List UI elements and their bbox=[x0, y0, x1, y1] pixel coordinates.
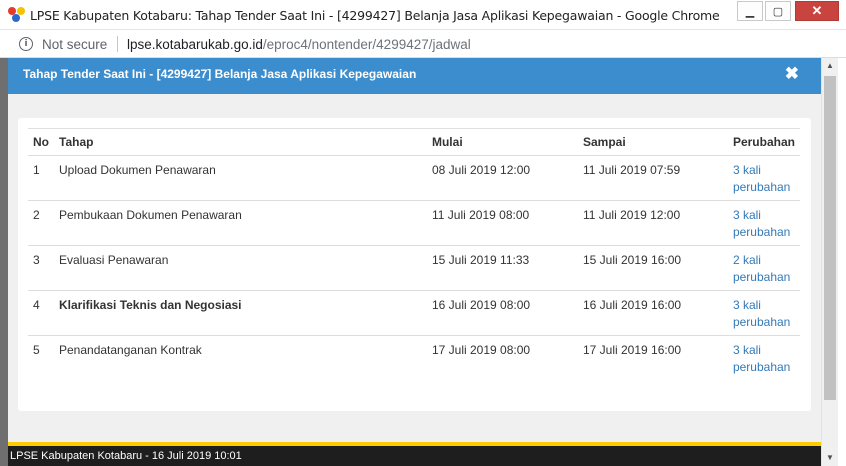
modal-close-icon[interactable]: ✖ bbox=[785, 64, 799, 84]
table-row: 1 Upload Dokumen Penawaran 08 Juli 2019 … bbox=[28, 155, 800, 201]
perubahan-link-line1: 2 kali bbox=[732, 253, 761, 267]
header-sampai: Sampai bbox=[577, 128, 728, 156]
close-icon[interactable]: ✕ bbox=[795, 1, 839, 21]
address-divider bbox=[117, 36, 118, 52]
perubahan-link[interactable]: 3 kali perubahan bbox=[733, 298, 790, 329]
cell-tahap-current: Klarifikasi Teknis dan Negosiasi bbox=[54, 290, 427, 336]
cell-tahap: Penandatanganan Kontrak bbox=[54, 335, 427, 380]
maximize-icon[interactable]: ▢ bbox=[765, 1, 791, 21]
scroll-up-arrow-icon[interactable]: ▲ bbox=[822, 58, 838, 74]
schedule-table: No Tahap Mulai Sampai Perubahan 1 Upload… bbox=[28, 128, 800, 380]
cell-mulai: 16 Juli 2019 08:00 bbox=[426, 290, 578, 336]
perubahan-link-line1: 3 kali bbox=[732, 208, 761, 222]
cell-tahap: Evaluasi Penawaran bbox=[54, 245, 427, 291]
cell-sampai: 15 Juli 2019 16:00 bbox=[577, 245, 728, 291]
modal-body: No Tahap Mulai Sampai Perubahan 1 Upload… bbox=[8, 94, 821, 442]
cell-mulai: 17 Juli 2019 08:00 bbox=[426, 335, 578, 380]
cell-tahap: Upload Dokumen Penawaran bbox=[54, 155, 427, 201]
url-field[interactable]: lpse.kotabarukab.go.id/eproc4/nontender/… bbox=[127, 37, 471, 52]
cell-sampai: 11 Juli 2019 07:59 bbox=[577, 155, 728, 201]
cell-sampai: 16 Juli 2019 16:00 bbox=[577, 290, 728, 336]
header-mulai: Mulai bbox=[426, 128, 578, 156]
window-titlebar: LPSE Kabupaten Kotabaru: Tahap Tender Sa… bbox=[0, 0, 846, 30]
table-header-row: No Tahap Mulai Sampai Perubahan bbox=[28, 128, 800, 156]
perubahan-link-line1: 3 kali bbox=[732, 343, 761, 357]
vertical-scrollbar[interactable]: ▲ ▼ bbox=[821, 58, 838, 466]
cell-sampai: 17 Juli 2019 16:00 bbox=[577, 335, 728, 380]
perubahan-link-line2: perubahan bbox=[732, 225, 791, 239]
cell-no: 5 bbox=[28, 335, 54, 380]
table-row: 5 Penandatanganan Kontrak 17 Juli 2019 0… bbox=[28, 335, 800, 380]
perubahan-link[interactable]: 3 kali perubahan bbox=[733, 343, 790, 374]
footer-text: LPSE Kabupaten Kotabaru - 16 Juli 2019 1… bbox=[10, 450, 242, 462]
chrome-app-icon bbox=[8, 7, 26, 23]
table-row-current: 4 Klarifikasi Teknis dan Negosiasi 16 Ju… bbox=[28, 290, 800, 336]
info-icon[interactable]: i bbox=[19, 37, 33, 51]
cell-mulai: 15 Juli 2019 11:33 bbox=[426, 245, 578, 291]
table-row: 2 Pembukaan Dokumen Penawaran 11 Juli 20… bbox=[28, 200, 800, 246]
perubahan-link-line2: perubahan bbox=[732, 270, 791, 284]
page-footer: LPSE Kabupaten Kotabaru - 16 Juli 2019 1… bbox=[8, 446, 821, 466]
cell-perubahan: 2 kali perubahan bbox=[727, 245, 800, 291]
cell-mulai: 08 Juli 2019 12:00 bbox=[426, 155, 578, 201]
perubahan-link-line2: perubahan bbox=[732, 180, 791, 194]
header-no: No bbox=[28, 128, 54, 156]
modal-title: Tahap Tender Saat Ini - [4299427] Belanj… bbox=[23, 67, 417, 81]
minimize-icon[interactable]: ▁ bbox=[737, 1, 763, 21]
cell-no: 4 bbox=[28, 290, 54, 336]
cell-no: 1 bbox=[28, 155, 54, 201]
scrollbar-thumb[interactable] bbox=[824, 76, 836, 400]
cell-tahap: Pembukaan Dokumen Penawaran bbox=[54, 200, 427, 246]
perubahan-link[interactable]: 2 kali perubahan bbox=[733, 253, 790, 284]
cell-mulai: 11 Juli 2019 08:00 bbox=[426, 200, 578, 246]
address-bar[interactable]: i Not secure lpse.kotabarukab.go.id/epro… bbox=[0, 30, 846, 58]
header-perubahan: Perubahan bbox=[727, 128, 800, 156]
cell-perubahan: 3 kali perubahan bbox=[727, 200, 800, 246]
perubahan-link-line2: perubahan bbox=[732, 315, 791, 329]
table-row: 3 Evaluasi Penawaran 15 Juli 2019 11:33 … bbox=[28, 245, 800, 291]
window-title: LPSE Kabupaten Kotabaru: Tahap Tender Sa… bbox=[30, 8, 720, 23]
cell-perubahan: 3 kali perubahan bbox=[727, 335, 800, 380]
cell-sampai: 11 Juli 2019 12:00 bbox=[577, 200, 728, 246]
security-label[interactable]: Not secure bbox=[42, 37, 107, 52]
header-tahap: Tahap bbox=[54, 128, 427, 156]
cell-perubahan: 3 kali perubahan bbox=[727, 155, 800, 201]
cell-perubahan: 3 kali perubahan bbox=[727, 290, 800, 336]
url-path: /eproc4/nontender/4299427/jadwal bbox=[262, 37, 471, 52]
schedule-panel: No Tahap Mulai Sampai Perubahan 1 Upload… bbox=[18, 118, 811, 411]
perubahan-link[interactable]: 3 kali perubahan bbox=[733, 163, 790, 194]
perubahan-link-line1: 3 kali bbox=[732, 298, 761, 312]
cell-no: 3 bbox=[28, 245, 54, 291]
cell-no: 2 bbox=[28, 200, 54, 246]
scroll-down-arrow-icon[interactable]: ▼ bbox=[822, 450, 838, 466]
modal-header: Tahap Tender Saat Ini - [4299427] Belanj… bbox=[8, 58, 821, 94]
perubahan-link[interactable]: 3 kali perubahan bbox=[733, 208, 790, 239]
url-host: lpse.kotabarukab.go.id bbox=[127, 37, 263, 52]
perubahan-link-line2: perubahan bbox=[732, 360, 791, 374]
window-right-edge bbox=[838, 58, 846, 466]
perubahan-link-line1: 3 kali bbox=[732, 163, 761, 177]
